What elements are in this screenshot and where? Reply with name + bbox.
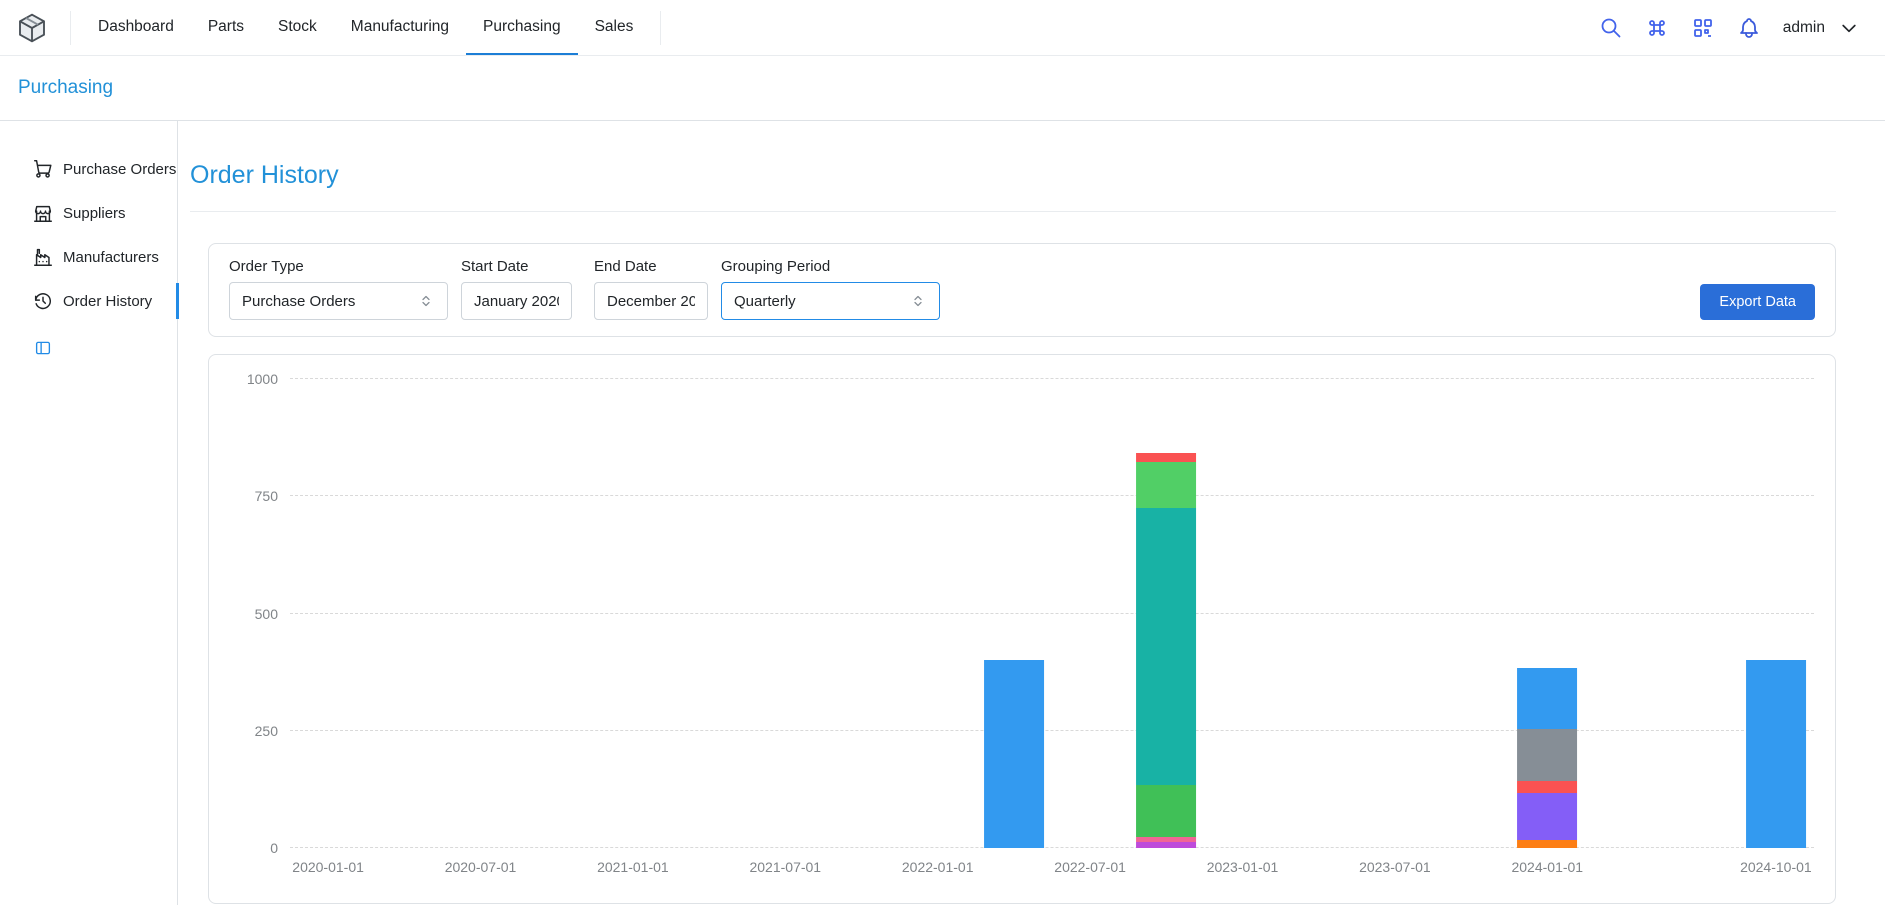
x-axis-tick-label: 2022-07-01 <box>1054 859 1126 875</box>
bar-segment[interactable] <box>1136 453 1196 461</box>
user-menu[interactable]: admin <box>1783 18 1859 38</box>
x-axis-tick-label: 2023-01-01 <box>1207 859 1279 875</box>
bar-segment[interactable] <box>1517 793 1577 840</box>
bar-segment[interactable] <box>1136 842 1196 848</box>
x-axis-tick-label: 2020-01-01 <box>292 859 364 875</box>
sidebar-item-manufacturers[interactable]: Manufacturers <box>0 235 177 279</box>
divider <box>70 11 71 45</box>
app-logo-icon[interactable] <box>16 12 48 44</box>
bar-segment[interactable] <box>1136 462 1196 509</box>
bar-stack-2024-10-01[interactable] <box>1746 379 1806 848</box>
bar-segment[interactable] <box>1136 508 1196 785</box>
nav-tab-dashboard[interactable]: Dashboard <box>81 0 191 55</box>
gridline: 0 <box>290 847 1814 848</box>
sidebar-item-label: Manufacturers <box>63 249 159 266</box>
breadcrumb[interactable]: Purchasing <box>18 77 113 99</box>
x-axis-tick-label: 2024-01-01 <box>1511 859 1583 875</box>
breadcrumb-bar: Purchasing <box>0 56 1885 121</box>
bar-segment[interactable] <box>984 660 1044 848</box>
x-axis-tick-label: 2024-10-01 <box>1740 859 1812 875</box>
gridline: 250 <box>290 730 1814 731</box>
y-axis-tick-label: 500 <box>255 606 278 622</box>
grouping-period-group: Grouping Period Quarterly <box>721 258 940 320</box>
order-history-chart-card: 0 250 500 750 1000 2020-01-01 2020-07-01 2021-0… <box>208 354 1836 904</box>
history-clock-icon <box>32 290 54 312</box>
y-axis-tick-label: 750 <box>255 488 278 504</box>
factory-icon <box>32 246 54 268</box>
sidebar-item-label: Order History <box>63 293 152 310</box>
bar-segment[interactable] <box>1746 660 1806 848</box>
export-data-button[interactable]: Export Data <box>1700 284 1815 320</box>
end-date-label: End Date <box>594 258 708 275</box>
sidebar-item-order-history[interactable]: Order History <box>0 279 177 323</box>
bar-stack-2024-01-01[interactable] <box>1517 379 1577 848</box>
bar-segment[interactable] <box>1136 785 1196 837</box>
notifications-bell-icon[interactable] <box>1737 16 1761 40</box>
command-icon[interactable] <box>1645 16 1669 40</box>
order-type-value: Purchase Orders <box>242 293 355 310</box>
y-axis-tick-label: 0 <box>270 840 278 856</box>
qr-scan-icon[interactable] <box>1691 16 1715 40</box>
gridline: 750 <box>290 495 1814 496</box>
x-axis-tick-label: 2022-01-01 <box>902 859 974 875</box>
end-date-group: End Date <box>594 258 708 320</box>
page-layout: Purchase Orders Suppliers <box>0 121 1885 905</box>
order-type-group: Order Type Purchase Orders <box>229 258 448 320</box>
sidebar-item-label: Purchase Orders <box>63 161 176 178</box>
search-icon[interactable] <box>1599 16 1623 40</box>
grouping-period-value: Quarterly <box>734 293 796 310</box>
nav-tab-purchasing[interactable]: Purchasing <box>466 0 578 55</box>
bar-segment[interactable] <box>1517 781 1577 793</box>
selector-updown-icon <box>417 292 435 310</box>
start-date-input[interactable] <box>461 282 572 320</box>
navbar-actions: admin <box>1599 16 1859 40</box>
bar-segment[interactable] <box>1517 840 1577 848</box>
grouping-period-select[interactable]: Quarterly <box>721 282 940 320</box>
y-axis-tick-label: 1000 <box>247 371 278 387</box>
gridline: 1000 <box>290 378 1814 379</box>
chevron-down-icon[interactable] <box>1839 18 1859 38</box>
gridline: 500 <box>290 613 1814 614</box>
sidebar-item-label: Suppliers <box>63 205 126 222</box>
top-navbar: Dashboard Parts Stock Manufacturing Purc… <box>0 0 1885 56</box>
order-type-label: Order Type <box>229 258 448 275</box>
user-name: admin <box>1783 19 1825 37</box>
bar-stack-2022-04-01[interactable] <box>984 379 1044 848</box>
chart-plot-area: 025050075010002020-01-012020-07-012021-0… <box>290 379 1814 848</box>
start-date-group: Start Date <box>461 258 572 320</box>
bar-stack-2022-10-01[interactable] <box>1136 379 1196 848</box>
main-nav-tabs: Dashboard Parts Stock Manufacturing Purc… <box>81 0 650 55</box>
nav-tab-stock[interactable]: Stock <box>261 0 334 55</box>
divider <box>190 211 1836 212</box>
end-date-input[interactable] <box>594 282 708 320</box>
order-type-select[interactable]: Purchase Orders <box>229 282 448 320</box>
divider <box>660 11 661 45</box>
purchasing-sidebar: Purchase Orders Suppliers <box>0 121 178 905</box>
nav-tab-parts[interactable]: Parts <box>191 0 261 55</box>
filter-panel: Order Type Purchase Orders Start Date En… <box>208 243 1836 337</box>
y-axis-tick-label: 250 <box>255 723 278 739</box>
nav-tab-sales[interactable]: Sales <box>578 0 651 55</box>
building-store-icon <box>32 202 54 224</box>
x-axis-tick-label: 2023-07-01 <box>1359 859 1431 875</box>
bar-segment[interactable] <box>1517 729 1577 781</box>
page-title: Order History <box>190 161 1836 190</box>
x-axis-tick-label: 2021-07-01 <box>749 859 821 875</box>
start-date-label: Start Date <box>461 258 572 275</box>
nav-tab-manufacturing[interactable]: Manufacturing <box>334 0 466 55</box>
main-content: Order History Order Type Purchase Orders… <box>178 121 1885 905</box>
sidebar-item-purchase-orders[interactable]: Purchase Orders <box>0 147 177 191</box>
grouping-period-label: Grouping Period <box>721 258 940 275</box>
sidebar-item-suppliers[interactable]: Suppliers <box>0 191 177 235</box>
cart-icon <box>32 158 54 180</box>
sidebar-collapse-icon[interactable] <box>34 339 52 357</box>
selector-updown-icon <box>909 292 927 310</box>
x-axis-tick-label: 2021-01-01 <box>597 859 669 875</box>
bar-segment[interactable] <box>1517 668 1577 729</box>
x-axis-tick-label: 2020-07-01 <box>445 859 517 875</box>
